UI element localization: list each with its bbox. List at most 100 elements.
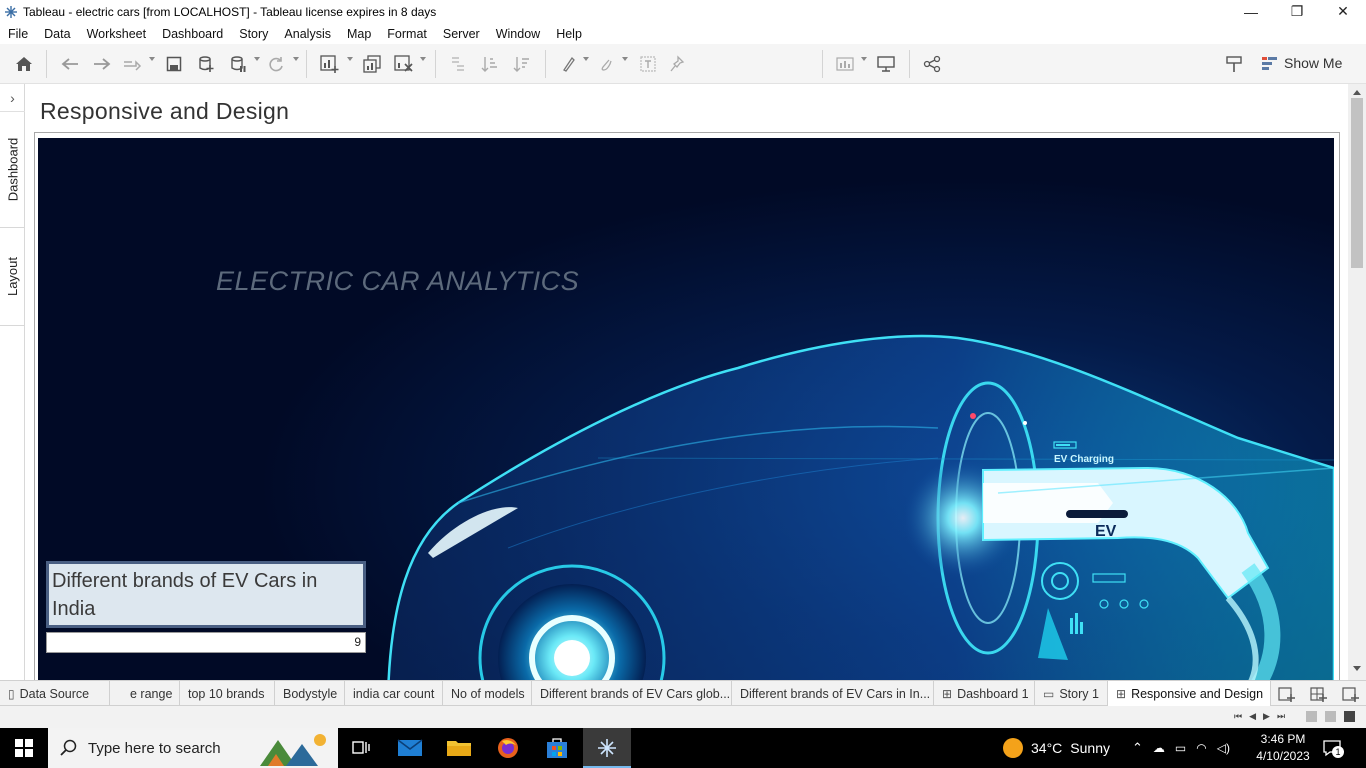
tabs-view-icon[interactable]: [1344, 711, 1355, 722]
first-sheet-icon[interactable]: ⏮: [1234, 711, 1242, 722]
maximize-button[interactable]: ❐: [1274, 0, 1320, 23]
taskbar-search[interactable]: Type here to search: [48, 728, 338, 768]
volume-icon[interactable]: ◁): [1217, 741, 1230, 755]
new-data-source-icon[interactable]: [194, 52, 218, 76]
redo-icon[interactable]: [90, 52, 114, 76]
duplicate-icon[interactable]: [360, 52, 384, 76]
sheet-tab-bar: ▯ Data Source e range top 10 brands Body…: [0, 680, 1366, 706]
expand-panel-icon[interactable]: ›: [0, 84, 25, 112]
scroll-thumb[interactable]: [1351, 98, 1363, 268]
menu-window[interactable]: Window: [488, 27, 548, 41]
labels-icon[interactable]: [636, 52, 660, 76]
home-icon[interactable]: [12, 52, 36, 76]
tab-responsive-and-design[interactable]: ⊞ Responsive and Design: [1108, 681, 1271, 706]
sheet-sorter-view-icon[interactable]: [1325, 711, 1336, 722]
menu-help[interactable]: Help: [548, 27, 590, 41]
tab-no-of-models[interactable]: No of models: [443, 681, 532, 706]
network-error-icon[interactable]: ☁: [1153, 741, 1165, 755]
new-story-tab-icon[interactable]: [1342, 685, 1360, 703]
wifi-icon[interactable]: ◠: [1196, 741, 1206, 755]
windows-taskbar: Type here to search 34°C Sunny ⌃ ☁ ▭ ◠ ◁…: [0, 728, 1366, 768]
dashboard-icon: ⊞: [1116, 686, 1127, 701]
tab-layout[interactable]: Layout: [0, 228, 25, 326]
scroll-up-icon[interactable]: [1353, 90, 1361, 95]
kpi-card[interactable]: Different brands of EV Cars in India: [46, 561, 366, 628]
show-me-icon: [1262, 57, 1277, 70]
menu-worksheet[interactable]: Worksheet: [79, 27, 155, 41]
refresh-icon[interactable]: [264, 52, 288, 76]
firefox-icon[interactable]: [492, 734, 524, 762]
menu-data[interactable]: Data: [36, 27, 78, 41]
group-icon[interactable]: [594, 52, 618, 76]
dashboard-title: Responsive and Design: [40, 98, 290, 124]
presentation-icon[interactable]: [874, 52, 898, 76]
menu-map[interactable]: Map: [339, 27, 379, 41]
swap-icon[interactable]: [446, 52, 470, 76]
store-icon[interactable]: [541, 734, 573, 762]
menu-story[interactable]: Story: [231, 27, 276, 41]
tab-dashboard[interactable]: Dashboard: [0, 112, 25, 228]
battery-icon[interactable]: ▭: [1175, 741, 1186, 755]
sort-ascending-icon[interactable]: [478, 52, 502, 76]
tab-dashboard-1[interactable]: ⊞ Dashboard 1: [934, 681, 1035, 706]
menu-dashboard[interactable]: Dashboard: [154, 27, 231, 41]
menu-analysis[interactable]: Analysis: [276, 27, 339, 41]
search-icon: [60, 739, 77, 756]
highlight-icon[interactable]: [556, 52, 580, 76]
close-button[interactable]: ✕: [1320, 0, 1366, 23]
tab-data-source[interactable]: ▯ Data Source: [0, 681, 110, 706]
menu-server[interactable]: Server: [435, 27, 488, 41]
file-explorer-icon[interactable]: [443, 734, 475, 762]
replay-icon[interactable]: [120, 52, 144, 76]
tab-top-10-brands[interactable]: top 10 brands: [180, 681, 275, 706]
start-button[interactable]: [0, 728, 48, 768]
dashboard-icon: ⊞: [942, 686, 953, 701]
tab-bodystyle[interactable]: Bodystyle: [275, 681, 345, 706]
sort-descending-icon[interactable]: [510, 52, 534, 76]
tab-label: No of models: [451, 686, 525, 701]
tab-brands-india[interactable]: Different brands of EV Cars in In...: [732, 681, 934, 706]
tableau-taskbar-button[interactable]: [583, 728, 631, 768]
tab-range[interactable]: e range: [122, 681, 180, 706]
toolbar: [0, 44, 1366, 118]
hero-heading: ELECTRIC CAR ANALYTICS: [216, 266, 580, 296]
menu-file[interactable]: File: [0, 27, 36, 41]
taskbar-clock[interactable]: 3:46 PM 4/10/2023: [1250, 731, 1316, 765]
chevron-up-icon[interactable]: ⌃: [1132, 740, 1143, 756]
next-sheet-icon[interactable]: ▶: [1263, 711, 1270, 722]
pin-icon[interactable]: [666, 52, 690, 76]
vertical-scrollbar[interactable]: [1348, 84, 1366, 680]
menu-format[interactable]: Format: [379, 27, 435, 41]
filmstrip-view-icon[interactable]: [1306, 711, 1317, 722]
scroll-down-icon[interactable]: [1353, 666, 1361, 671]
format-painter-icon[interactable]: [1222, 52, 1246, 76]
weather-widget[interactable]: 34°C Sunny: [1003, 728, 1110, 768]
show-me-button[interactable]: Show Me: [1262, 52, 1342, 74]
notification-icon[interactable]: 1: [1322, 738, 1344, 758]
new-worksheet-tab-icon[interactable]: [1278, 685, 1296, 703]
share-icon[interactable]: [920, 52, 944, 76]
pause-updates-icon[interactable]: [226, 52, 250, 76]
last-sheet-icon[interactable]: ⏭: [1277, 711, 1285, 722]
save-icon[interactable]: [162, 52, 186, 76]
undo-icon[interactable]: [58, 52, 82, 76]
minimize-button[interactable]: —: [1228, 0, 1274, 23]
tab-label: Different brands of EV Cars glob...: [540, 686, 731, 701]
fit-icon[interactable]: [834, 52, 858, 76]
kpi-value: 9: [46, 632, 366, 653]
task-view-icon[interactable]: [345, 734, 377, 762]
weather-temp: 34°C: [1031, 740, 1063, 756]
tab-label: Bodystyle: [283, 686, 338, 701]
clock-time: 3:46 PM: [1260, 732, 1306, 746]
hero-image: EV Charging EV ELECTRIC CAR ANALYTICS Di…: [38, 138, 1334, 680]
new-worksheet-icon[interactable]: [318, 52, 342, 76]
tab-brands-global[interactable]: Different brands of EV Cars glob...: [532, 681, 732, 706]
mail-icon[interactable]: [394, 734, 426, 762]
clear-sheet-icon[interactable]: [392, 52, 416, 76]
prev-sheet-icon[interactable]: ◀: [1249, 711, 1256, 722]
tab-label: top 10 brands: [188, 686, 265, 701]
system-tray: ⌃ ☁ ▭ ◠ ◁): [1132, 728, 1230, 768]
new-dashboard-tab-icon[interactable]: [1310, 685, 1328, 703]
tab-india-car-count[interactable]: india car count: [345, 681, 443, 706]
tab-story-1[interactable]: ▭ Story 1: [1035, 681, 1108, 706]
